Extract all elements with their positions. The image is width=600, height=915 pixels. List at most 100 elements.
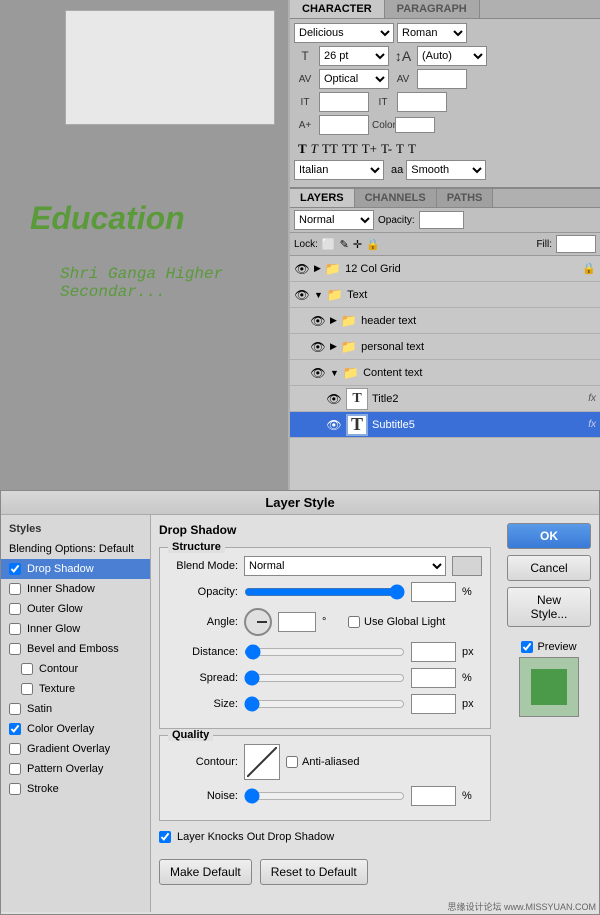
layer-eye-icon[interactable]: 👁 [326,418,342,432]
tracking-input[interactable]: -50 [417,69,467,89]
layer-item[interactable]: 👁 ▶ 📁 12 Col Grid 🔒 [290,256,600,282]
tab-paths[interactable]: PATHS [437,189,494,207]
opacity-input[interactable]: 100 [411,582,456,602]
expand-icon[interactable]: ▼ [330,368,339,378]
opacity-input[interactable]: 100% [419,211,464,229]
layer-item[interactable]: 👁 ▶ 📁 personal text [290,334,600,360]
gradient-overlay-checkbox[interactable] [9,743,21,755]
stroke-item[interactable]: Stroke [1,779,150,799]
tt3-btn[interactable]: T+ [362,141,377,157]
baseline-input[interactable]: 0 pt [319,115,369,135]
tt2-btn[interactable]: TT [342,141,358,157]
noise-slider[interactable] [244,789,405,803]
font-style-select[interactable]: Roman [397,23,467,43]
gradient-overlay-item[interactable]: Gradient Overlay [1,739,150,759]
opacity-slider[interactable] [244,585,405,599]
layer-item-selected[interactable]: 👁 T Subtitle5 fx [290,412,600,438]
scale-h-input[interactable]: 100% [319,92,369,112]
layer-item[interactable]: 👁 ▼ 📁 Content text [290,360,600,386]
layer-knocks-checkbox[interactable] [159,831,171,843]
lock-all-icon[interactable]: 🔒 [366,238,380,251]
contour-item[interactable]: Contour [1,659,150,679]
leading-select[interactable]: (Auto) [417,46,487,66]
layer-item[interactable]: 👁 T Title2 fx [290,386,600,412]
angle-dial[interactable] [244,608,272,636]
tab-character[interactable]: CHARACTER [290,0,385,18]
drop-shadow-item[interactable]: Drop Shadow [1,559,150,579]
tab-paragraph[interactable]: PARAGRAPH [385,0,480,18]
fill-input[interactable]: 100% [556,235,596,253]
noise-input[interactable]: 0 [411,786,456,806]
size-input[interactable]: 0 [411,694,456,714]
outer-glow-checkbox[interactable] [9,603,21,615]
reset-default-button[interactable]: Reset to Default [260,859,368,885]
expand-icon[interactable]: ▼ [314,290,323,300]
color-overlay-checkbox[interactable] [9,723,21,735]
size-slider[interactable] [244,697,405,711]
layer-eye-icon[interactable]: 👁 [294,288,310,302]
pattern-overlay-item[interactable]: Pattern Overlay [1,759,150,779]
inner-glow-item[interactable]: Inner Glow [1,619,150,639]
lock-pixels-icon[interactable]: ✎ [340,238,349,251]
smoothing-select[interactable]: Smooth [406,160,486,180]
tab-channels[interactable]: CHANNELS [355,189,437,207]
inner-shadow-item[interactable]: Inner Shadow [1,579,150,599]
inner-glow-checkbox[interactable] [9,623,21,635]
bold-btn[interactable]: T [298,141,307,157]
ok-button[interactable]: OK [507,523,591,549]
contour-checkbox[interactable] [21,663,33,675]
font-size-select[interactable]: 26 pt [319,46,389,66]
blend-mode-select[interactable]: Normal [294,210,374,230]
expand-icon[interactable]: ▶ [330,341,337,352]
texture-item[interactable]: Texture [1,679,150,699]
distance-input[interactable]: 2 [411,642,456,662]
blend-mode-select[interactable]: Normal [244,556,446,576]
blending-options-item[interactable]: Blending Options: Default [1,539,150,559]
tab-layers[interactable]: LAYERS [290,189,355,207]
anti-alias-checkbox[interactable] [286,756,298,768]
spread-slider[interactable] [244,671,405,685]
layer-item[interactable]: 👁 ▶ 📁 header text [290,308,600,334]
cancel-button[interactable]: Cancel [507,555,591,581]
layer-eye-icon[interactable]: 👁 [310,340,326,354]
drop-shadow-checkbox[interactable] [9,563,21,575]
color-swatch[interactable] [395,117,435,133]
layer-eye-icon[interactable]: 👁 [310,314,326,328]
scale-v-input[interactable]: 100% [397,92,447,112]
satin-item[interactable]: Satin [1,699,150,719]
bevel-emboss-checkbox[interactable] [9,643,21,655]
spread-input[interactable]: 0 [411,668,456,688]
lock-transparent-icon[interactable]: ⬜ [322,238,336,251]
bevel-emboss-item[interactable]: Bevel and Emboss [1,639,150,659]
color-overlay-item[interactable]: Color Overlay [1,719,150,739]
tt6-btn[interactable]: T [408,141,416,157]
distance-slider[interactable] [244,645,405,659]
contour-picker[interactable] [244,744,280,780]
stroke-checkbox[interactable] [9,783,21,795]
new-style-button[interactable]: New Style... [507,587,591,627]
satin-checkbox[interactable] [9,703,21,715]
layer-item[interactable]: 👁 ▼ 📁 Text [290,282,600,308]
global-light-checkbox[interactable] [348,616,360,628]
layer-eye-icon[interactable]: 👁 [310,366,326,380]
expand-icon[interactable]: ▶ [314,263,321,274]
lock-position-icon[interactable]: ✛ [353,238,362,251]
kerning-select[interactable]: Optical [319,69,389,89]
language-select[interactable]: Italian [294,160,384,180]
texture-checkbox[interactable] [21,683,33,695]
tt5-btn[interactable]: T [396,141,404,157]
inner-shadow-checkbox[interactable] [9,583,21,595]
angle-input[interactable]: 90 [278,612,316,632]
layer-eye-icon[interactable]: 👁 [326,392,342,406]
layer-eye-icon[interactable]: 👁 [294,262,310,276]
tt4-btn[interactable]: T- [381,141,392,157]
expand-icon[interactable]: ▶ [330,315,337,326]
tt1-btn[interactable]: TT [322,141,338,157]
font-family-select[interactable]: Delicious [294,23,394,43]
preview-checkbox[interactable] [521,641,533,653]
outer-glow-item[interactable]: Outer Glow [1,599,150,619]
make-default-button[interactable]: Make Default [159,859,252,885]
italic-btn[interactable]: T [311,141,318,157]
shadow-color-swatch[interactable] [452,556,482,576]
pattern-overlay-checkbox[interactable] [9,763,21,775]
